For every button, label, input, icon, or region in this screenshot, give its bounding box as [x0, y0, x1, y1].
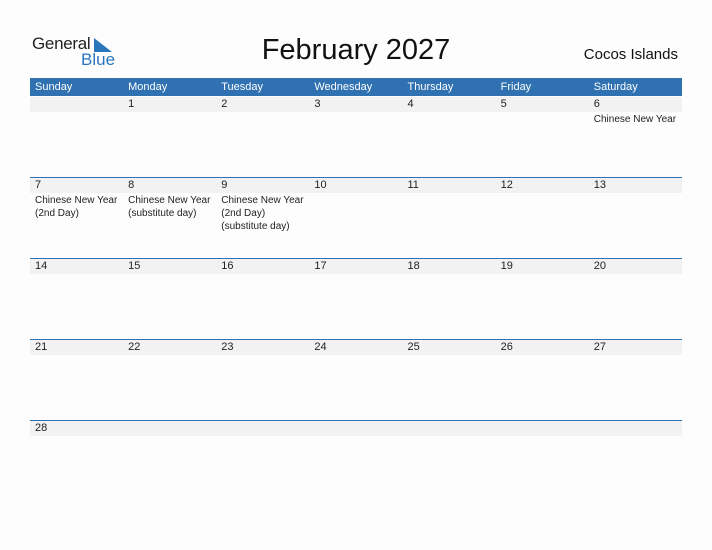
day-number — [216, 421, 309, 436]
day-number: 7 — [35, 179, 42, 191]
day-number: 16 — [221, 260, 234, 272]
holiday-event — [403, 193, 496, 233]
holiday-event — [309, 436, 402, 437]
holiday-event — [403, 274, 496, 275]
day-number: 19 — [500, 260, 513, 272]
holiday-event — [309, 112, 402, 126]
day-number: 21 — [35, 341, 48, 353]
holiday-event — [216, 112, 309, 126]
day-number: 24 — [314, 341, 327, 353]
weekday-saturday: Saturday — [593, 81, 638, 93]
day-number: 10 — [314, 179, 327, 191]
day-number-row: 21 22 23 24 25 26 27 — [30, 340, 682, 355]
week-row: 7 8 9 10 11 12 13 Chinese New Year (2nd Day) Chi… — [30, 177, 682, 233]
holiday-event: Chinese New Year (2nd Day) — [35, 195, 118, 219]
holiday-event — [123, 274, 216, 275]
holiday-event — [123, 436, 216, 437]
day-number: 8 — [128, 179, 135, 191]
holiday-event — [123, 355, 216, 356]
day-number — [123, 421, 216, 436]
day-number: 17 — [314, 260, 327, 272]
day-number — [403, 421, 496, 436]
day-number: 11 — [407, 179, 419, 191]
week-row: 28 — [30, 420, 682, 437]
day-number: 4 — [407, 98, 414, 110]
weekday-monday: Monday — [128, 81, 168, 93]
holiday-event — [589, 193, 682, 233]
day-number-row: 28 — [30, 421, 682, 436]
holiday-event — [216, 436, 309, 437]
weekday-header: Sunday Monday Tuesday Wednesday Thursday… — [30, 78, 682, 96]
day-number-row: 1 2 3 4 5 6 — [30, 97, 682, 112]
holiday-event — [403, 355, 496, 356]
day-number: 26 — [500, 341, 513, 353]
day-number: 6 — [593, 98, 600, 110]
event-row — [30, 274, 682, 275]
week-row: 1 2 3 4 5 6 Chinese New Year — [30, 97, 682, 126]
holiday-event: Chinese New Year — [593, 114, 677, 125]
weekday-wednesday: Wednesday — [314, 81, 373, 93]
weekday-tuesday: Tuesday — [221, 81, 264, 93]
holiday-event — [216, 274, 309, 275]
event-row: Chinese New Year — [30, 112, 682, 126]
day-number: 2 — [221, 98, 228, 110]
day-number-row: 14 15 16 17 18 19 20 — [30, 259, 682, 274]
holiday-event — [30, 112, 123, 126]
week-row: 14 15 16 17 18 19 20 — [30, 258, 682, 275]
day-number: 5 — [500, 98, 507, 110]
weekday-thursday: Thursday — [407, 81, 454, 93]
holiday-event: Chinese New Year (substitute day) — [128, 195, 211, 219]
holiday-event: Chinese New Year (2nd Day) (substitute d… — [221, 195, 304, 232]
holiday-event — [30, 436, 123, 437]
day-number — [309, 421, 402, 436]
holiday-event — [496, 274, 589, 275]
day-number — [589, 421, 682, 436]
holiday-event — [403, 436, 496, 437]
day-number: 27 — [593, 341, 606, 353]
holiday-event — [30, 274, 123, 275]
holiday-event — [403, 112, 496, 126]
holiday-event — [496, 112, 589, 126]
holiday-event — [496, 193, 589, 233]
day-number: 28 — [35, 422, 48, 434]
holiday-event — [496, 355, 589, 356]
day-number — [30, 97, 123, 112]
day-number: 23 — [221, 341, 234, 353]
week-row: 21 22 23 24 25 26 27 — [30, 339, 682, 356]
weekday-sunday: Sunday — [35, 81, 73, 93]
holiday-event — [309, 274, 402, 275]
region-label: Cocos Islands — [583, 46, 678, 63]
day-number: 9 — [221, 179, 228, 191]
event-row — [30, 436, 682, 437]
day-number-row: 7 8 9 10 11 12 13 — [30, 178, 682, 193]
day-number: 20 — [593, 260, 606, 272]
holiday-event — [589, 355, 682, 356]
day-number: 15 — [128, 260, 141, 272]
holiday-event — [589, 274, 682, 275]
day-number: 18 — [407, 260, 420, 272]
holiday-event — [309, 355, 402, 356]
day-number — [496, 421, 589, 436]
day-number: 25 — [407, 341, 420, 353]
holiday-event — [30, 355, 123, 356]
event-row — [30, 355, 682, 356]
holiday-event — [589, 436, 682, 437]
holiday-event — [216, 355, 309, 356]
day-number: 22 — [128, 341, 141, 353]
weekday-friday: Friday — [500, 81, 532, 93]
holiday-event — [309, 193, 402, 233]
day-number: 1 — [128, 98, 135, 110]
day-number: 3 — [314, 98, 321, 110]
day-number: 12 — [500, 179, 513, 191]
holiday-event — [123, 112, 216, 126]
day-number: 14 — [35, 260, 48, 272]
event-row: Chinese New Year (2nd Day) Chinese New Ye… — [30, 193, 682, 233]
day-number: 13 — [593, 179, 606, 191]
holiday-event — [496, 436, 589, 437]
